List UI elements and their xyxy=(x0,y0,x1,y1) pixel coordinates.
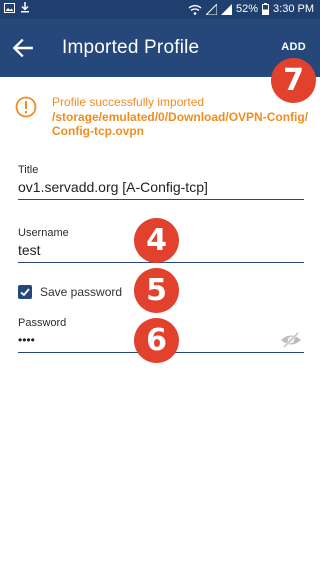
signal-icon-2 xyxy=(221,3,232,15)
page-title: Imported Profile xyxy=(62,37,200,58)
visibility-off-icon[interactable] xyxy=(280,331,302,349)
notice-path-line-1: /storage/emulated/0/Download/OVPN-Config… xyxy=(52,110,309,124)
wifi-icon xyxy=(188,4,202,15)
save-password-checkbox[interactable] xyxy=(18,285,32,299)
back-arrow-icon[interactable] xyxy=(10,35,36,61)
app-bar: Imported Profile ADD xyxy=(0,19,320,77)
battery-percent: 52% xyxy=(236,3,259,15)
clock: 3:30 PM xyxy=(273,3,314,15)
title-input[interactable]: ov1.servadd.org [A-Config-tcp] xyxy=(18,177,304,200)
image-notification-icon xyxy=(4,2,15,13)
annotation-badge-6: 6 xyxy=(134,318,179,363)
annotation-badge-7: 7 xyxy=(271,58,316,103)
notice-message: Profile successfully imported xyxy=(52,95,205,109)
status-bar: 52% 3:30 PM xyxy=(0,0,320,19)
notice-path-line-2: Config-tcp.ovpn xyxy=(52,124,144,138)
signal-icon xyxy=(206,3,217,15)
annotation-badge-4: 4 xyxy=(134,218,179,263)
password-value: •••• xyxy=(18,333,35,347)
save-password-row[interactable]: Save password xyxy=(18,285,122,299)
battery-icon xyxy=(262,3,270,15)
title-label: Title xyxy=(18,164,39,176)
title-field: Title ov1.servadd.org [A-Config-tcp] xyxy=(18,164,304,200)
notice-path: /storage/emulated/0/Download/OVPN-Config… xyxy=(52,110,314,138)
download-notification-icon xyxy=(21,2,29,13)
info-icon xyxy=(15,96,37,118)
add-button[interactable]: ADD xyxy=(281,41,306,53)
checkmark-icon xyxy=(20,288,30,297)
save-password-label: Save password xyxy=(40,285,123,299)
import-notice: Profile successfully imported /storage/e… xyxy=(52,95,314,138)
annotation-badge-5: 5 xyxy=(134,268,179,313)
